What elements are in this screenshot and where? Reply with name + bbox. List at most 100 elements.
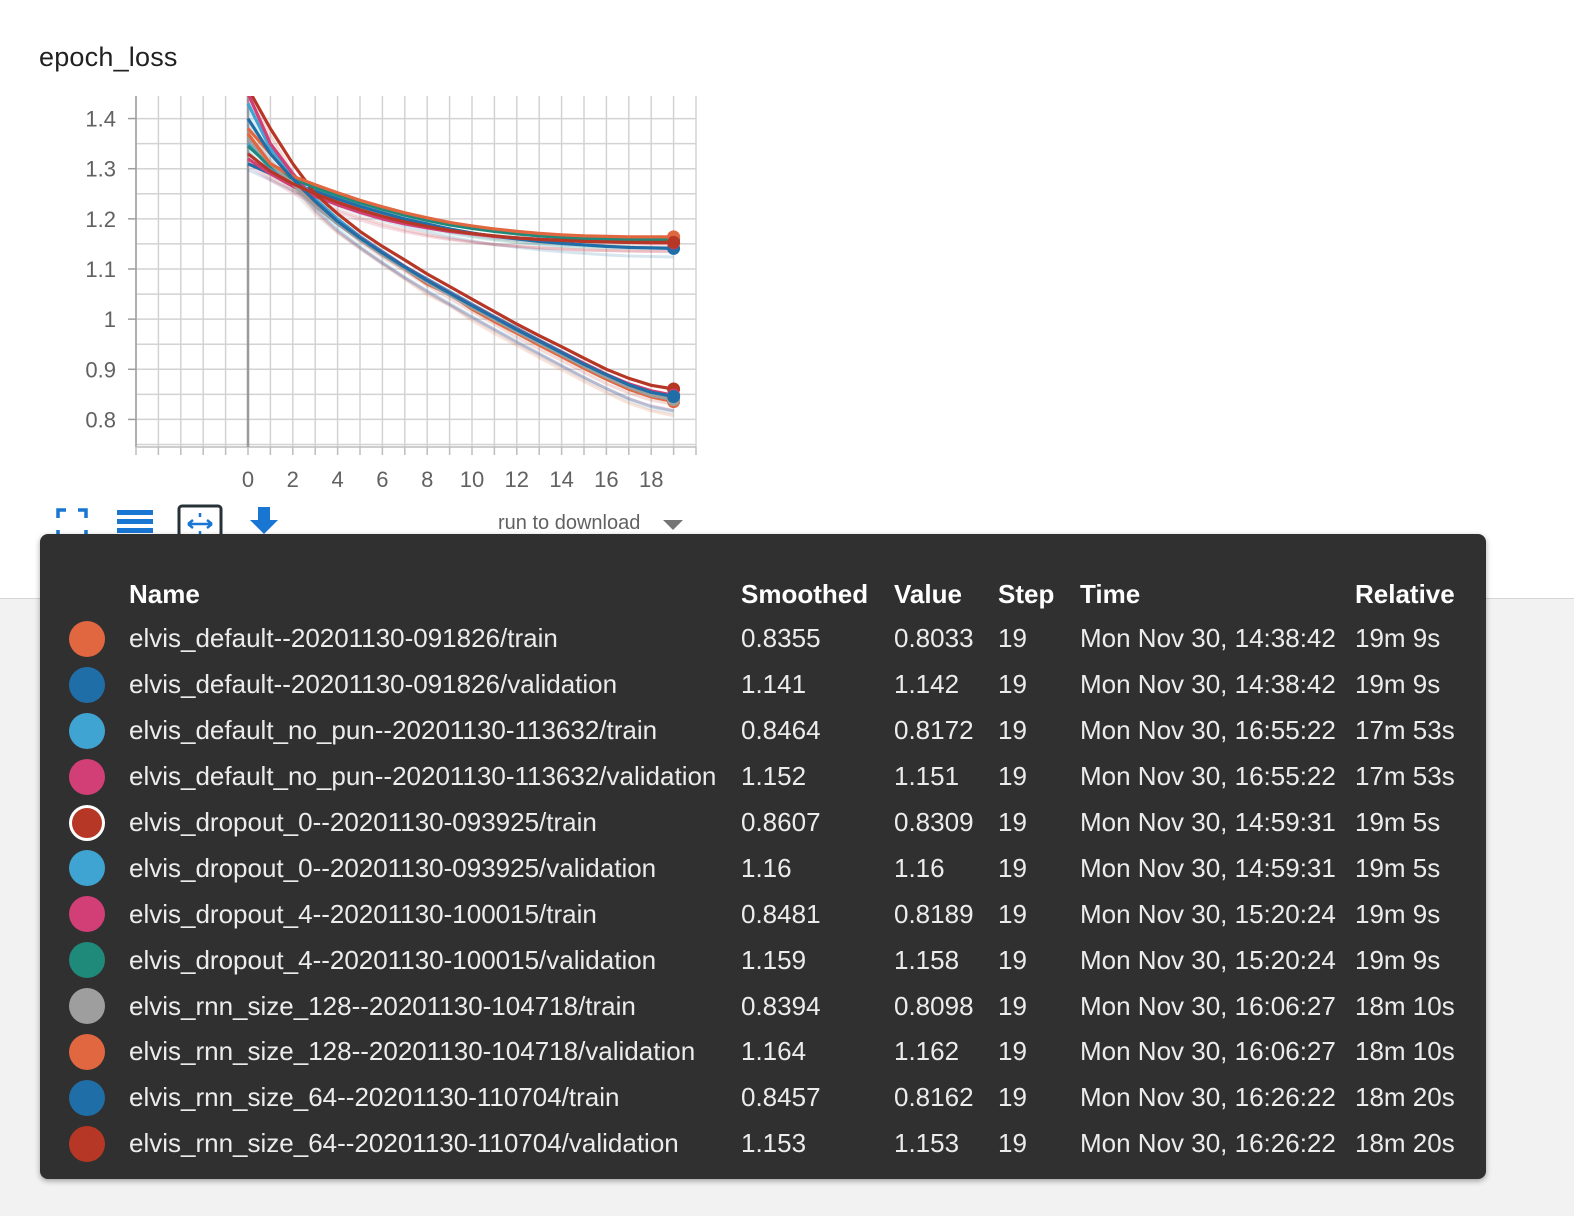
header-relative: Relative bbox=[1355, 578, 1455, 609]
step-value: 19 bbox=[998, 990, 1027, 1021]
time-value: Mon Nov 30, 16:55:22 bbox=[1080, 761, 1336, 792]
series-color-cell bbox=[60, 845, 129, 891]
run-download-label: run to download bbox=[498, 512, 641, 534]
run-name: elvis_default_no_pun--20201130-113632/va… bbox=[129, 761, 717, 792]
time-value: Mon Nov 30, 14:38:42 bbox=[1080, 669, 1336, 700]
smoothed-value: 0.8607 bbox=[741, 807, 821, 837]
x-tick-label: 8 bbox=[421, 467, 433, 492]
time-value: Mon Nov 30, 16:55:22 bbox=[1080, 715, 1336, 746]
series-end-point bbox=[667, 235, 681, 249]
line-chart[interactable]: 0.8 0.9 1 1.1 1.2 1.3 1.4 0 2 4 6 8 10 12 14 16 18 bbox=[0, 0, 760, 500]
raw-value: 1.153 bbox=[894, 1128, 960, 1159]
raw-value: 0.8309 bbox=[894, 807, 974, 837]
relative-time: 18m 10s bbox=[1355, 990, 1455, 1021]
time-value: Mon Nov 30, 16:26:22 bbox=[1080, 1082, 1336, 1113]
x-tick-label: 0 bbox=[242, 467, 254, 492]
y-tick-label: 1.3 bbox=[85, 157, 116, 182]
series-color-dot bbox=[69, 942, 105, 979]
time-value: Mon Nov 30, 15:20:24 bbox=[1080, 944, 1336, 975]
smoothed-value: 0.8481 bbox=[741, 898, 821, 929]
table-row: elvis_rnn_size_64--20201130-110704/valid… bbox=[60, 1121, 1475, 1167]
y-tick-label: 1.1 bbox=[85, 257, 116, 282]
step-value: 19 bbox=[998, 761, 1027, 792]
x-tick-label: 16 bbox=[594, 467, 618, 492]
smoothed-value: 1.141 bbox=[741, 669, 807, 700]
series-color-cell bbox=[60, 891, 129, 937]
series-color-dot bbox=[69, 758, 105, 795]
run-name: elvis_default_no_pun--20201130-113632/tr… bbox=[129, 715, 658, 746]
time-value: Mon Nov 30, 16:26:22 bbox=[1080, 1128, 1336, 1159]
relative-time: 19m 9s bbox=[1355, 898, 1441, 929]
relative-time: 19m 5s bbox=[1355, 807, 1441, 837]
table-row: elvis_rnn_size_128--20201130-104718/trai… bbox=[60, 983, 1475, 1029]
series-color-cell bbox=[60, 662, 129, 708]
run-name: elvis_dropout_4--20201130-100015/validat… bbox=[129, 944, 657, 975]
smoothed-value: 0.8355 bbox=[741, 623, 821, 654]
run-name: elvis_default--20201130-091826/validatio… bbox=[129, 669, 618, 700]
step-value: 19 bbox=[998, 898, 1027, 929]
series-color-cell bbox=[60, 1029, 129, 1075]
raw-value: 1.151 bbox=[894, 761, 960, 792]
raw-series-line bbox=[246, 133, 674, 418]
x-tick-label: 18 bbox=[639, 467, 663, 492]
relative-time: 18m 10s bbox=[1355, 1036, 1455, 1067]
table-row: elvis_dropout_4--20201130-100015/validat… bbox=[60, 937, 1475, 983]
step-value: 19 bbox=[998, 1036, 1027, 1067]
series-color-dot bbox=[69, 712, 105, 749]
raw-series-line bbox=[246, 108, 674, 413]
series-color-cell bbox=[60, 983, 129, 1029]
run-name: elvis_default--20201130-091826/train bbox=[129, 623, 558, 654]
header-name: Name bbox=[129, 578, 200, 609]
raw-value: 1.162 bbox=[894, 1036, 960, 1067]
time-value: Mon Nov 30, 14:38:42 bbox=[1080, 623, 1336, 654]
raw-value: 1.16 bbox=[894, 852, 945, 883]
raw-value: 0.8098 bbox=[894, 990, 974, 1021]
series-color-dot bbox=[69, 1033, 105, 1070]
table-row: elvis_default_no_pun--20201130-113632/va… bbox=[60, 754, 1475, 800]
tooltip-table: Name Smoothed Value Step Time Relative e… bbox=[60, 572, 1475, 1167]
series-line bbox=[246, 127, 674, 404]
series-color-cell bbox=[60, 616, 129, 662]
x-tick-label: 14 bbox=[549, 467, 573, 492]
header-step: Step bbox=[998, 578, 1055, 609]
series-color-dot bbox=[69, 620, 105, 657]
smoothed-value: 1.153 bbox=[741, 1128, 807, 1159]
relative-time: 17m 53s bbox=[1355, 715, 1455, 746]
smoothed-value: 1.16 bbox=[741, 852, 792, 883]
smoothed-value: 1.164 bbox=[741, 1036, 807, 1067]
table-row: elvis_rnn_size_128--20201130-104718/vali… bbox=[60, 1029, 1475, 1075]
smoothed-value: 0.8394 bbox=[741, 990, 821, 1021]
raw-value: 0.8162 bbox=[894, 1082, 974, 1113]
time-value: Mon Nov 30, 16:06:27 bbox=[1080, 990, 1336, 1021]
raw-value: 0.8033 bbox=[894, 623, 974, 654]
series-color-dot bbox=[69, 666, 105, 703]
relative-time: 19m 5s bbox=[1355, 852, 1441, 883]
time-value: Mon Nov 30, 14:59:31 bbox=[1080, 807, 1336, 837]
table-row: elvis_dropout_4--20201130-100015/train 0.… bbox=[60, 891, 1475, 937]
chevron-down-icon bbox=[663, 520, 683, 530]
table-row: elvis_rnn_size_64--20201130-110704/train… bbox=[60, 1075, 1475, 1121]
raw-series-line bbox=[246, 123, 674, 413]
y-tick-label: 1 bbox=[104, 307, 116, 332]
step-value: 19 bbox=[998, 669, 1027, 700]
table-row: elvis_default_no_pun--20201130-113632/tr… bbox=[60, 708, 1475, 754]
run-name: elvis_dropout_0--20201130-093925/validat… bbox=[129, 852, 657, 883]
run-name: elvis_rnn_size_128--20201130-104718/trai… bbox=[129, 990, 636, 1021]
y-tick-label: 1.2 bbox=[85, 207, 116, 232]
y-tick-label: 0.8 bbox=[85, 407, 116, 432]
series-color-dot bbox=[69, 988, 105, 1025]
series-lines bbox=[246, 96, 674, 418]
series-color-cell bbox=[60, 754, 129, 800]
relative-time: 19m 9s bbox=[1355, 669, 1441, 700]
relative-time: 19m 9s bbox=[1355, 944, 1441, 975]
series-color-cell bbox=[60, 708, 129, 754]
series-color-dot bbox=[69, 1125, 105, 1162]
smoothed-value: 1.152 bbox=[741, 761, 807, 792]
table-row: elvis_dropout_0--20201130-093925/validat… bbox=[60, 845, 1475, 891]
series-color-dot bbox=[69, 804, 105, 841]
series-color-cell bbox=[60, 1075, 129, 1121]
header-smoothed: Smoothed bbox=[741, 578, 869, 609]
series-color-cell bbox=[60, 800, 129, 846]
smoothed-value: 1.159 bbox=[741, 944, 807, 975]
step-value: 19 bbox=[998, 715, 1027, 746]
